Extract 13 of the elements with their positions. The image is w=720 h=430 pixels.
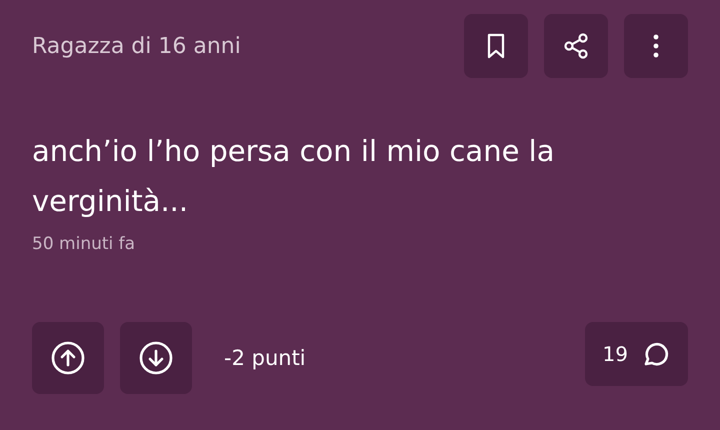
bookmark-button[interactable] — [464, 14, 528, 78]
share-icon — [562, 32, 590, 60]
comment-icon — [642, 340, 670, 368]
share-button[interactable] — [544, 14, 608, 78]
bookmark-icon — [486, 33, 506, 59]
post-text: anch’io l’ho persa con il mio cane la verginità... — [32, 133, 556, 220]
score-label: -2 punti — [224, 346, 307, 370]
author-label: Ragazza di 16 anni — [32, 34, 242, 58]
post-time: 50 minuti fa — [32, 234, 136, 254]
comments-button[interactable]: 19 — [584, 322, 688, 386]
more-icon — [653, 34, 659, 58]
upvote-button[interactable] — [32, 322, 104, 394]
downvote-button[interactable] — [120, 322, 192, 394]
